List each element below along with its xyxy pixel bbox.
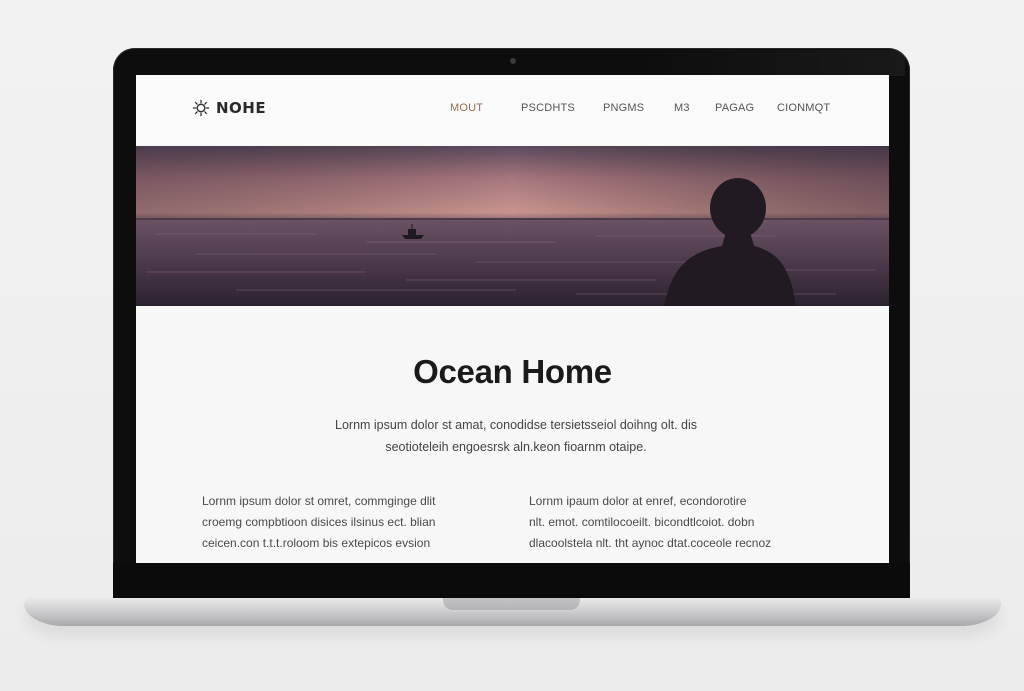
column-line: dlacoolstela nlt. tht aynoc dtat.coceole…	[529, 536, 772, 550]
site-logo[interactable]: NOHE	[192, 99, 266, 117]
column-line: Lornm ipaum dolor at enref, econdorotire	[529, 494, 747, 508]
nav-item-contact[interactable]: CIONMQT	[777, 102, 837, 114]
webcam-icon	[510, 58, 516, 64]
intro-paragraph: Lornm ipsum dolor st amat, conodidse ter…	[266, 414, 766, 458]
intro-line: Lornm ipsum dolor st amat, conodidse ter…	[335, 418, 697, 432]
nav-item-m3[interactable]: M3	[674, 102, 715, 114]
intro-line: seotioteleih engoesrsk aln.keon fioarnm …	[385, 440, 647, 454]
nav-item-pages[interactable]: PAGAG	[715, 102, 777, 114]
column-line: croemg compbtioon disices ilsinus ect. b…	[202, 515, 436, 529]
nav-item-programs[interactable]: PNGMS	[603, 102, 674, 114]
page-title: Ocean Home	[413, 353, 612, 390]
main-nav: MOUT PSCDHTS PNGMS M3 PAGAG CIONMQT	[450, 102, 837, 114]
sun-logo-icon	[192, 99, 210, 117]
screen-glare	[630, 50, 905, 76]
logo-text: NOHE	[216, 99, 267, 117]
laptop-screen: NOHE MOUT PSCDHTS PNGMS M3 PAGAG CIONMQT	[136, 75, 889, 563]
text-column-left: Lornm ipsum dolor st omret, commginge dl…	[202, 491, 482, 554]
nav-item-about[interactable]: MOUT	[450, 102, 521, 114]
column-line: ceicen.con t.t.t.roloom bis extepicos ev…	[202, 536, 431, 550]
column-line: nlt. emot. comtilocoeilt. bicondtlcoiot.…	[529, 515, 755, 529]
laptop-open-notch	[443, 598, 580, 610]
hero-banner	[136, 146, 889, 306]
column-line: Lornm ipsum dolor st omret, commginge dl…	[202, 494, 436, 508]
site-header: NOHE MOUT PSCDHTS PNGMS M3 PAGAG CIONMQT	[136, 75, 889, 145]
nav-item-products[interactable]: PSCDHTS	[521, 102, 603, 114]
sunset-ocean-silhouette-image	[136, 146, 889, 306]
text-column-right: Lornm ipaum dolor at enref, econdorotire…	[529, 491, 809, 554]
screen-bezel-bottom	[113, 563, 910, 601]
